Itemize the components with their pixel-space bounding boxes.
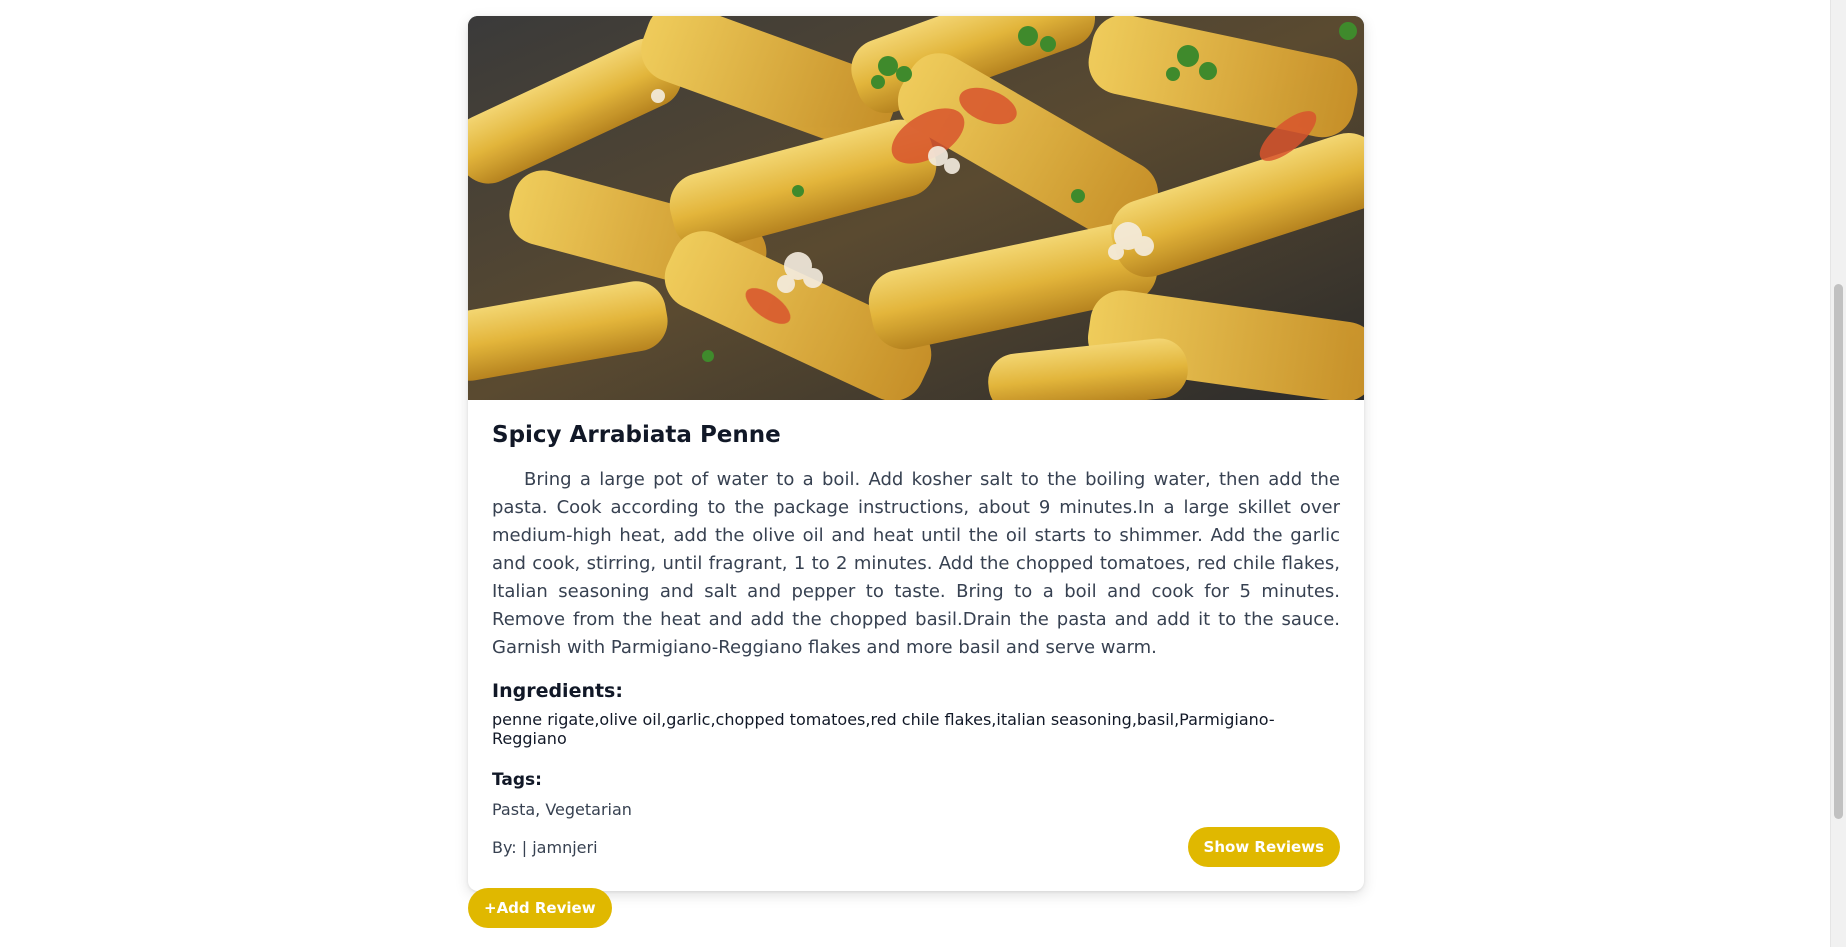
recipe-tags: Pasta, Vegetarian: [492, 800, 632, 819]
show-reviews-button[interactable]: Show Reviews: [1187, 827, 1340, 867]
add-review-button[interactable]: +Add Review: [468, 888, 612, 928]
recipe-details: Spicy Arrabiata Penne Bring a large pot …: [468, 400, 1364, 891]
recipe-image: [468, 16, 1364, 400]
ingredients-heading: Ingredients:: [492, 680, 623, 702]
recipe-footer: By: | jamnjeri Show Reviews: [492, 827, 1340, 867]
tags-heading: Tags:: [492, 770, 542, 790]
recipe-card: Spicy Arrabiata Penne Bring a large pot …: [468, 16, 1364, 891]
recipe-author: By: | jamnjeri: [492, 837, 598, 857]
ingredients-list: penne rigate,olive oil,garlic,chopped to…: [492, 710, 1275, 748]
recipe-page: Spicy Arrabiata Penne Bring a large pot …: [0, 0, 1846, 947]
scrollbar-thumb[interactable]: [1834, 284, 1843, 819]
page-scrollbar[interactable]: [1830, 0, 1846, 947]
recipe-title: Spicy Arrabiata Penne: [492, 422, 781, 448]
recipe-instructions: Bring a large pot of water to a boil. Ad…: [492, 469, 1340, 658]
